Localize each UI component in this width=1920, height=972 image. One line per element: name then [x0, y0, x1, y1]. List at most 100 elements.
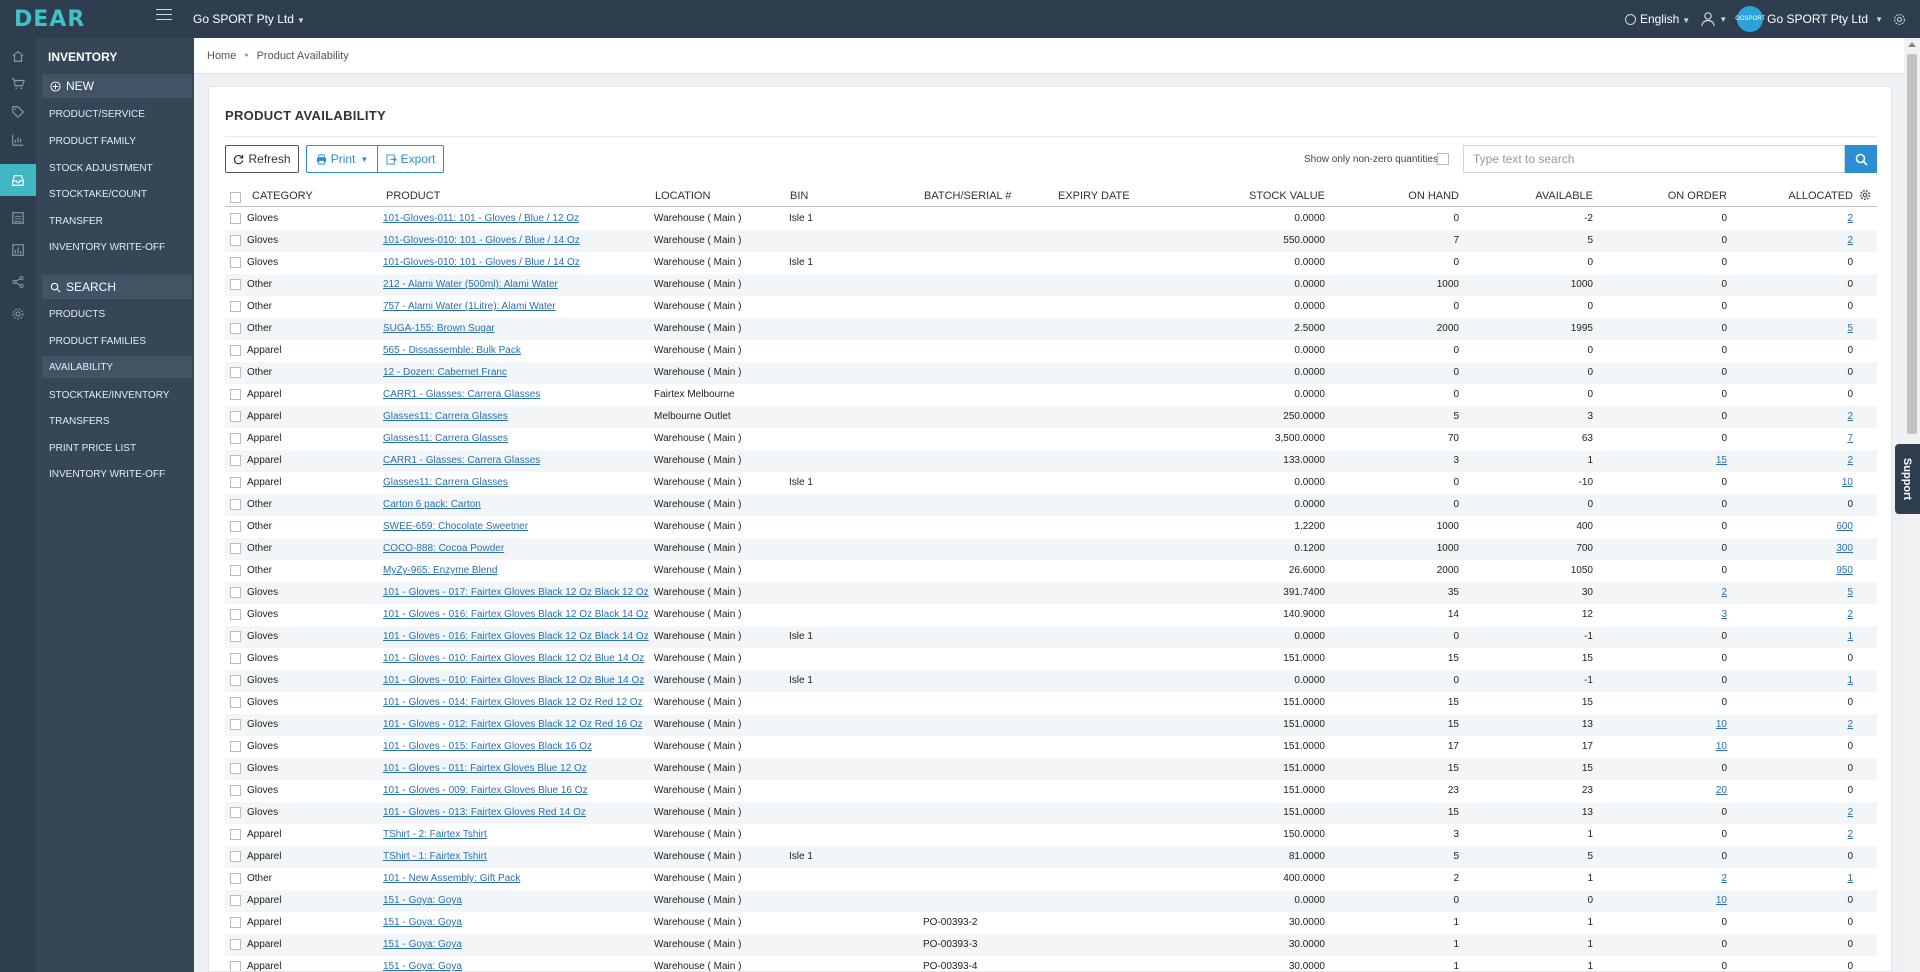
- menu-item-inventory-write-off-search[interactable]: INVENTORY WRITE-OFF: [42, 463, 192, 485]
- table-row[interactable]: Apparel CARR1 - Glasses: Carrera Glasses F…: [225, 384, 1877, 406]
- row-checkbox[interactable]: [230, 961, 241, 971]
- row-checkbox[interactable]: [230, 873, 241, 884]
- row-checkbox[interactable]: [230, 829, 241, 840]
- cell-product[interactable]: Glasses11: Carrera Glasses: [383, 433, 508, 444]
- table-row[interactable]: Gloves 101 - Gloves - 016: Fairtex Gloves…: [225, 604, 1877, 626]
- cell-allocated[interactable]: 600: [1753, 521, 1853, 532]
- cell-on-order[interactable]: 10: [1627, 719, 1727, 730]
- table-row[interactable]: Other SWEE-659: Chocolate Sweetner Warehou…: [225, 516, 1877, 538]
- cell-product[interactable]: MyZy-965: Enzyme Blend: [383, 565, 498, 576]
- row-checkbox[interactable]: [230, 631, 241, 642]
- cell-product[interactable]: 757 - Alami Water (1Litre): Alami Water: [383, 301, 556, 312]
- cell-product[interactable]: 101-Gloves-010: 101 - Gloves / Blue / 14…: [383, 235, 580, 246]
- rail-analytics[interactable]: [0, 236, 36, 264]
- cell-product[interactable]: TShirt - 1: Fairtex Tshirt: [383, 851, 487, 862]
- row-checkbox[interactable]: [230, 653, 241, 664]
- col-location[interactable]: LOCATION: [655, 190, 710, 202]
- user-menu[interactable]: ▼: [1700, 11, 1727, 27]
- cell-allocated[interactable]: 1: [1753, 873, 1853, 884]
- cell-on-order[interactable]: 3: [1627, 609, 1727, 620]
- logo[interactable]: DEAR: [14, 7, 85, 32]
- cell-product[interactable]: TShirt - 2: Fairtex Tshirt: [383, 829, 487, 840]
- menu-item-inventory-write-off[interactable]: INVENTORY WRITE-OFF: [42, 236, 192, 258]
- row-checkbox[interactable]: [230, 521, 241, 532]
- cell-allocated[interactable]: 2: [1753, 609, 1853, 620]
- cell-product[interactable]: 101 - Gloves - 010: Fairtex Gloves Black…: [383, 653, 644, 664]
- search-input[interactable]: [1463, 145, 1845, 173]
- cell-product[interactable]: COCO-888: Cocoa Powder: [383, 543, 504, 554]
- row-checkbox[interactable]: [230, 851, 241, 862]
- cell-allocated[interactable]: 2: [1753, 719, 1853, 730]
- col-bin[interactable]: BIN: [790, 190, 808, 202]
- table-row[interactable]: Other 101 - New Assembly: Gift Pack Wareho…: [225, 868, 1877, 890]
- cell-product[interactable]: 212 - Alami Water (500ml): Alami Water: [383, 279, 558, 290]
- table-row[interactable]: Apparel TShirt - 1: Fairtex Tshirt Warehou…: [225, 846, 1877, 868]
- row-checkbox[interactable]: [230, 587, 241, 598]
- cell-allocated[interactable]: 2: [1753, 829, 1853, 840]
- rail-purchases[interactable]: [0, 98, 36, 126]
- cell-product[interactable]: 101 - Gloves - 010: Fairtex Gloves Black…: [383, 675, 644, 686]
- cell-allocated[interactable]: 5: [1753, 323, 1853, 334]
- rail-sales[interactable]: [0, 70, 36, 98]
- cell-product[interactable]: 101 - Gloves - 009: Fairtex Gloves Blue …: [383, 785, 588, 796]
- cell-product[interactable]: 151 - Goya: Goya: [383, 939, 462, 950]
- cell-allocated[interactable]: 2: [1753, 411, 1853, 422]
- table-row[interactable]: Other 212 - Alami Water (500ml): Alami Wa…: [225, 274, 1877, 296]
- cell-product[interactable]: 101 - Gloves - 016: Fairtex Gloves Black…: [383, 609, 649, 620]
- col-on-order[interactable]: ON ORDER: [1627, 190, 1727, 202]
- menu-item-print-price-list[interactable]: PRINT PRICE LIST: [42, 437, 192, 459]
- cell-product[interactable]: Carton 6 pack: Carton: [383, 499, 481, 510]
- scroll-up-arrow-icon[interactable]: [1908, 42, 1916, 47]
- col-product[interactable]: PRODUCT: [386, 190, 440, 202]
- cell-product[interactable]: 101 - Gloves - 016: Fairtex Gloves Black…: [383, 631, 649, 642]
- table-row[interactable]: Apparel 151 - Goya: Goya Warehouse ( Main …: [225, 912, 1877, 934]
- cell-product[interactable]: 101 - Gloves - 013: Fairtex Gloves Red 1…: [383, 807, 586, 818]
- cell-on-order[interactable]: 15: [1627, 455, 1727, 466]
- table-row[interactable]: Gloves 101-Gloves-011: 101 - Gloves / Blu…: [225, 208, 1877, 230]
- menu-item-products[interactable]: PRODUCTS: [42, 303, 192, 325]
- row-checkbox[interactable]: [230, 477, 241, 488]
- cell-product[interactable]: 101 - Gloves - 012: Fairtex Gloves Black…: [383, 719, 643, 730]
- rail-home[interactable]: [0, 42, 36, 70]
- cell-allocated[interactable]: 10: [1753, 477, 1853, 488]
- cell-product[interactable]: 101 - New Assembly: Gift Pack: [383, 873, 520, 884]
- menu-item-stocktake-count[interactable]: STOCKTAKE/COUNT: [42, 183, 192, 205]
- row-checkbox[interactable]: [230, 257, 241, 268]
- col-available[interactable]: AVAILABLE: [1493, 190, 1593, 202]
- cell-allocated[interactable]: 1: [1753, 631, 1853, 642]
- rail-lists[interactable]: [0, 204, 36, 232]
- column-settings-gear-icon[interactable]: [1859, 189, 1871, 201]
- menu-item-product-families[interactable]: PRODUCT FAMILIES: [42, 330, 192, 352]
- row-checkbox[interactable]: [230, 367, 241, 378]
- company-selector[interactable]: Go SPORT Pty Ltd ▼: [193, 12, 305, 26]
- table-row[interactable]: Other COCO-888: Cocoa Powder Warehouse ( M…: [225, 538, 1877, 560]
- cell-product[interactable]: SUGA-155: Brown Sugar: [383, 323, 495, 334]
- row-checkbox[interactable]: [230, 763, 241, 774]
- cell-on-order[interactable]: 20: [1627, 785, 1727, 796]
- table-row[interactable]: Apparel Glasses11: Carrera Glasses Warehou…: [225, 428, 1877, 450]
- row-checkbox[interactable]: [230, 411, 241, 422]
- table-row[interactable]: Gloves 101 - Gloves - 016: Fairtex Gloves…: [225, 626, 1877, 648]
- cell-product[interactable]: 151 - Goya: Goya: [383, 917, 462, 928]
- menu-item-availability[interactable]: AVAILABILITY: [42, 356, 192, 378]
- cell-product[interactable]: 101-Gloves-011: 101 - Gloves / Blue / 12…: [383, 213, 579, 224]
- cell-on-order[interactable]: 2: [1627, 587, 1727, 598]
- menu-item-product-service[interactable]: PRODUCT/SERVICE: [42, 103, 192, 125]
- row-checkbox[interactable]: [230, 609, 241, 620]
- row-checkbox[interactable]: [230, 785, 241, 796]
- menu-search-header[interactable]: SEARCH: [42, 275, 192, 299]
- table-row[interactable]: Other MyZy-965: Enzyme Blend Warehouse ( M…: [225, 560, 1877, 582]
- cell-product[interactable]: 151 - Goya: Goya: [383, 895, 462, 906]
- table-row[interactable]: Apparel Glasses11: Carrera Glasses Melbour…: [225, 406, 1877, 428]
- table-row[interactable]: Gloves 101 - Gloves - 015: Fairtex Gloves…: [225, 736, 1877, 758]
- row-checkbox[interactable]: [230, 301, 241, 312]
- cell-allocated[interactable]: 2: [1753, 235, 1853, 246]
- cell-product[interactable]: 151 - Goya: Goya: [383, 961, 462, 971]
- cell-product[interactable]: 101 - Gloves - 014: Fairtex Gloves Black…: [383, 697, 643, 708]
- cell-allocated[interactable]: 7: [1753, 433, 1853, 444]
- row-checkbox[interactable]: [230, 499, 241, 510]
- col-allocated[interactable]: ALLOCATED: [1753, 190, 1853, 202]
- rail-inventory[interactable]: [0, 164, 36, 196]
- row-checkbox[interactable]: [230, 675, 241, 686]
- menu-new-header[interactable]: NEW: [42, 74, 192, 98]
